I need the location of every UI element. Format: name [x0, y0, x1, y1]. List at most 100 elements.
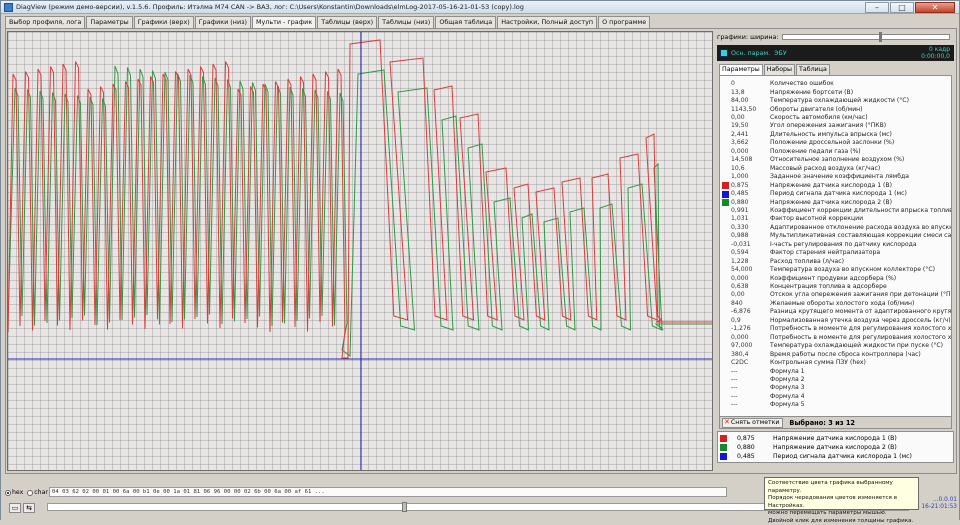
legend-row[interactable]: 0,875Напряжение датчика кислорода 1 (В) — [718, 434, 953, 442]
param-row[interactable]: 19,50Угол опережения зажигания (°ПКВ) — [720, 122, 951, 130]
param-color-swatch[interactable] — [722, 343, 729, 350]
param-color-swatch[interactable] — [722, 115, 729, 122]
param-row[interactable]: 0Количество ошибок — [720, 80, 951, 88]
param-color-swatch[interactable] — [722, 317, 729, 324]
param-color-swatch[interactable] — [722, 258, 729, 265]
param-row[interactable]: 1143,50Обороты двигателя (об/мин) — [720, 105, 951, 113]
param-row[interactable]: 2,441Длительность импульса впрыска (мс) — [720, 131, 951, 139]
param-row[interactable]: 97,000Температура охлаждающей жидкости п… — [720, 342, 951, 350]
param-color-swatch[interactable] — [722, 334, 729, 341]
param-color-swatch[interactable] — [722, 216, 729, 223]
param-color-swatch[interactable] — [722, 376, 729, 383]
param-row[interactable]: -6,876Разница крутящего момента от адапт… — [720, 308, 951, 316]
param-color-swatch[interactable] — [722, 89, 729, 96]
param-row[interactable]: 0,000Положение педали газа (%) — [720, 148, 951, 156]
param-row[interactable]: 54,000Температура воздуха во впускном ко… — [720, 266, 951, 274]
tab-3[interactable]: Графики (низ) — [195, 16, 251, 28]
param-row[interactable]: 84,00Температура охлаждающей жидкости (°… — [720, 97, 951, 105]
param-row[interactable]: 0,330Адаптированное отклонение расхода в… — [720, 224, 951, 232]
param-color-swatch[interactable] — [722, 182, 729, 189]
tab-6[interactable]: Таблицы (низ) — [378, 16, 434, 28]
param-color-swatch[interactable] — [722, 106, 729, 113]
folder-icon[interactable]: ▭ — [9, 503, 21, 513]
tab-4[interactable]: Мульти - график — [252, 16, 316, 28]
minimize-button[interactable]: – — [865, 2, 889, 13]
param-color-swatch[interactable] — [722, 199, 729, 206]
param-color-swatch[interactable] — [722, 140, 729, 147]
param-row[interactable]: 14,508Относительное заполнение воздухом … — [720, 156, 951, 164]
subtab-1[interactable]: Наборы — [764, 64, 795, 75]
param-row[interactable]: C2DCКонтрольная сумма ПЗУ (hex) — [720, 359, 951, 367]
param-row[interactable]: 0,00Отскок угла опережения зажигания при… — [720, 291, 951, 299]
param-row[interactable]: 0,000Коэффициент продувки адсорбера (%) — [720, 274, 951, 282]
param-color-swatch[interactable] — [722, 157, 729, 164]
param-color-swatch[interactable] — [722, 368, 729, 375]
param-color-swatch[interactable] — [722, 123, 729, 130]
param-row[interactable]: 0,875Напряжение датчика кислорода 1 (В) — [720, 181, 951, 189]
param-row[interactable]: 10,6Массовый расход воздуха (кг/час) — [720, 165, 951, 173]
param-color-swatch[interactable] — [722, 241, 729, 248]
param-row[interactable]: 840Желаемые обороты холостого хода (об/м… — [720, 300, 951, 308]
param-color-swatch[interactable] — [722, 393, 729, 400]
param-row[interactable]: ---Формула 2 — [720, 376, 951, 384]
tab-5[interactable]: Таблицы (верх) — [317, 16, 377, 28]
param-color-swatch[interactable] — [722, 402, 729, 409]
param-color-swatch[interactable] — [722, 267, 729, 274]
multi-graph-canvas[interactable] — [7, 31, 713, 471]
param-row[interactable]: ---Формула 4 — [720, 393, 951, 401]
legend-row[interactable]: 0,485Период сигнала датчика кислорода 1 … — [718, 452, 953, 460]
width-slider[interactable] — [782, 34, 950, 40]
param-row[interactable]: 1,228Расход топлива (л/час) — [720, 257, 951, 265]
param-row[interactable]: 13,8Напряжение бортсети (В) — [720, 88, 951, 96]
param-color-swatch[interactable] — [722, 275, 729, 282]
width-slider-thumb[interactable] — [879, 32, 882, 42]
link-icon[interactable]: ⇆ — [23, 503, 35, 513]
param-color-swatch[interactable] — [722, 224, 729, 231]
param-row[interactable]: 0,9Нормализованная утечка воздуха через … — [720, 317, 951, 325]
param-row[interactable]: 0,000Потребность в моменте для регулиров… — [720, 334, 951, 342]
param-color-swatch[interactable] — [722, 351, 729, 358]
param-row[interactable]: 3,662Положение дроссельной заслонки (%) — [720, 139, 951, 147]
radio-char[interactable] — [27, 490, 33, 496]
param-color-swatch[interactable] — [722, 98, 729, 105]
scrubber-thumb[interactable] — [402, 502, 407, 512]
param-color-swatch[interactable] — [722, 326, 729, 333]
param-color-swatch[interactable] — [722, 284, 729, 291]
tab-7[interactable]: Общая таблица — [435, 16, 496, 28]
param-row[interactable]: 1,000Заданное значение коэффициента лямб… — [720, 173, 951, 181]
param-color-swatch[interactable] — [722, 207, 729, 214]
maximize-button[interactable]: □ — [890, 2, 914, 13]
param-color-swatch[interactable] — [722, 148, 729, 155]
param-color-swatch[interactable] — [722, 131, 729, 138]
param-color-swatch[interactable] — [722, 360, 729, 367]
param-row[interactable]: 0,00Скорость автомобиля (км/час) — [720, 114, 951, 122]
param-color-swatch[interactable] — [722, 233, 729, 240]
param-color-swatch[interactable] — [722, 300, 729, 307]
tab-1[interactable]: Параметры — [86, 16, 132, 28]
param-row[interactable]: 380,4Время работы после сброса контролле… — [720, 350, 951, 358]
param-row[interactable]: 0,485Период сигнала датчика кислорода 1 … — [720, 190, 951, 198]
close-button[interactable]: ✕ — [915, 2, 955, 13]
tab-8[interactable]: Настройки, Полный доступ — [497, 16, 597, 28]
param-row[interactable]: 0,988Мультипликативная составляющая корр… — [720, 232, 951, 240]
param-color-swatch[interactable] — [722, 165, 729, 172]
subtab-0[interactable]: Параметры — [719, 64, 763, 75]
param-color-swatch[interactable] — [722, 191, 729, 198]
param-color-swatch[interactable] — [722, 292, 729, 299]
param-row[interactable]: 0,594Фактор старения нейтрализатора — [720, 249, 951, 257]
param-color-swatch[interactable] — [722, 81, 729, 88]
param-row[interactable]: 0,880Напряжение датчика кислорода 2 (В) — [720, 198, 951, 206]
clear-marks-button[interactable]: ✕ Снять отметки — [722, 418, 783, 428]
param-row[interactable]: ---Формула 3 — [720, 384, 951, 392]
legend-row[interactable]: 0,880Напряжение датчика кислорода 2 (В) — [718, 443, 953, 451]
param-row[interactable]: -0,031I-часть регулирования по датчику к… — [720, 241, 951, 249]
param-row[interactable]: ---Формула 5 — [720, 401, 951, 409]
param-row[interactable]: 0,991Коэффициент коррекции длительности … — [720, 207, 951, 215]
param-color-swatch[interactable] — [722, 385, 729, 392]
param-color-swatch[interactable] — [722, 174, 729, 181]
param-color-swatch[interactable] — [722, 309, 729, 316]
tab-0[interactable]: Выбор профиля, лога — [5, 16, 85, 28]
param-row[interactable]: 1,031Фактор высотной коррекции — [720, 215, 951, 223]
param-row[interactable]: ---Формула 1 — [720, 367, 951, 375]
tab-9[interactable]: О программе — [598, 16, 650, 28]
